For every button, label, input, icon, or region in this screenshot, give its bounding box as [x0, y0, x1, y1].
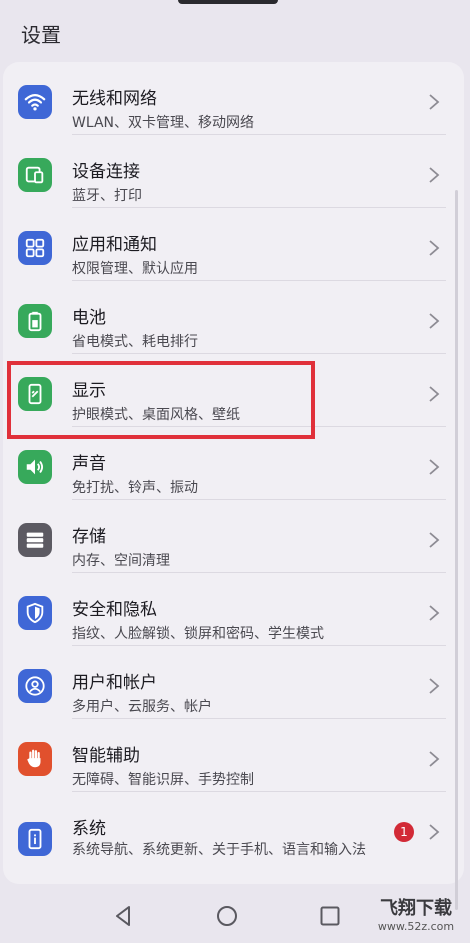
shield-icon	[18, 596, 52, 630]
settings-item-title: 智能辅助	[72, 746, 140, 766]
page-title: 设置	[21, 23, 61, 47]
chevron-right-icon	[429, 532, 440, 548]
scrollbar[interactable]	[455, 190, 458, 910]
settings-item-wireless[interactable]: 无线和网络 WLAN、双卡管理、移动网络	[3, 62, 464, 135]
settings-item-title: 声音	[72, 454, 106, 474]
settings-item-subtitle: 蓝牙、打印	[72, 188, 142, 204]
settings-item-subtitle: 省电模式、耗电排行	[72, 334, 198, 350]
hand-icon	[18, 742, 52, 776]
settings-item-title: 无线和网络	[72, 89, 157, 109]
watermark-text: 飞翔下载	[380, 898, 452, 919]
watermark-url: www.52z.com	[377, 920, 455, 933]
user-icon	[18, 669, 52, 703]
watermark: 飞翔下载 www.52z.com	[366, 898, 466, 938]
settings-item-smart-assistance[interactable]: 智能辅助 无障碍、智能识屏、手势控制	[3, 719, 464, 792]
chevron-right-icon	[429, 94, 440, 110]
storage-icon	[18, 523, 52, 557]
settings-item-title: 系统	[72, 819, 106, 839]
settings-item-subtitle: 指纹、人脸解锁、锁屏和密码、学生模式	[72, 626, 324, 642]
settings-item-title: 存储	[72, 527, 106, 547]
settings-item-apps-notifications[interactable]: 应用和通知 权限管理、默认应用	[3, 208, 464, 281]
speaker-icon	[18, 450, 52, 484]
chevron-right-icon	[429, 240, 440, 256]
settings-item-subtitle: 无障碍、智能识屏、手势控制	[72, 772, 254, 788]
apps-grid-icon	[18, 231, 52, 265]
settings-item-battery[interactable]: 电池 省电模式、耗电排行	[3, 281, 464, 354]
chevron-right-icon	[429, 386, 440, 402]
settings-item-title: 安全和隐私	[72, 600, 157, 620]
chevron-right-icon	[429, 313, 440, 329]
settings-item-security-privacy[interactable]: 安全和隐私 指纹、人脸解锁、锁屏和密码、学生模式	[3, 573, 464, 646]
chevron-right-icon	[429, 459, 440, 475]
settings-item-title: 电池	[72, 308, 106, 328]
battery-icon	[18, 304, 52, 338]
settings-item-title: 用户和帐户	[72, 673, 157, 693]
settings-item-subtitle: 多用户、云服务、帐户	[72, 699, 212, 715]
chevron-right-icon	[429, 605, 440, 621]
system-phone-icon	[18, 822, 52, 856]
chevron-right-icon	[429, 678, 440, 694]
chevron-right-icon	[429, 751, 440, 767]
chevron-right-icon	[429, 824, 440, 840]
recents-square-icon[interactable]	[316, 902, 344, 930]
settings-item-subtitle: WLAN、双卡管理、移动网络	[72, 115, 255, 131]
settings-list: 无线和网络 WLAN、双卡管理、移动网络 设备连接 蓝牙、打印 应用和通知 权限…	[3, 62, 464, 884]
settings-item-title: 设备连接	[72, 162, 140, 182]
highlight-box-display	[7, 361, 315, 439]
device-connect-icon	[18, 158, 52, 192]
settings-item-subtitle: 系统导航、系统更新、关于手机、语言和输入法	[72, 842, 366, 858]
settings-item-subtitle: 免打扰、铃声、振动	[72, 480, 198, 496]
back-triangle-icon[interactable]	[110, 902, 138, 930]
notification-badge: 1	[394, 822, 414, 842]
settings-item-subtitle: 权限管理、默认应用	[72, 261, 198, 277]
wifi-icon	[18, 85, 52, 119]
settings-item-title: 应用和通知	[72, 235, 157, 255]
settings-item-subtitle: 内存、空间清理	[72, 553, 170, 569]
settings-item-device-connection[interactable]: 设备连接 蓝牙、打印	[3, 135, 464, 208]
settings-item-users-accounts[interactable]: 用户和帐户 多用户、云服务、帐户	[3, 646, 464, 719]
home-circle-icon[interactable]	[213, 902, 241, 930]
chevron-right-icon	[429, 167, 440, 183]
settings-item-storage[interactable]: 存储 内存、空间清理	[3, 500, 464, 573]
settings-item-system[interactable]: 系统 系统导航、系统更新、关于手机、语言和输入法 1	[3, 792, 464, 884]
camera-notch	[178, 0, 278, 4]
